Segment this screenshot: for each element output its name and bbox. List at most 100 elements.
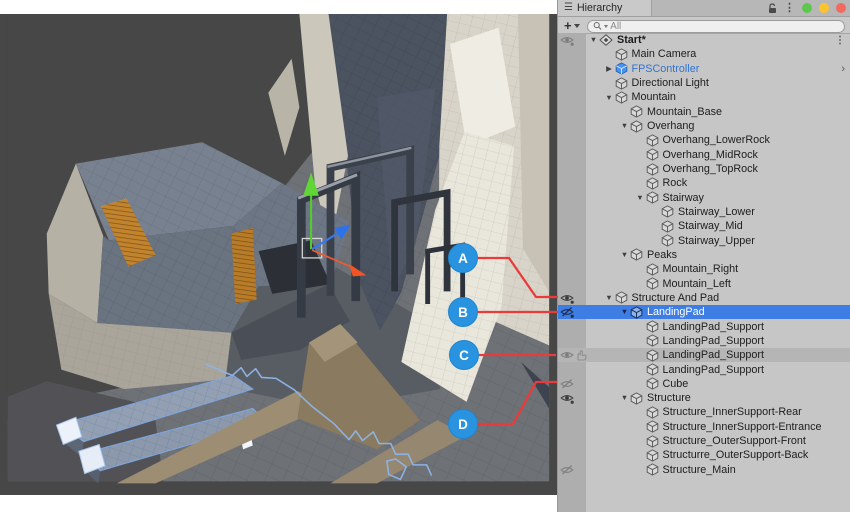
hierarchy-row-stairway-lower[interactable]: Stairway_Lower [558, 205, 850, 219]
unlock-icon[interactable] [768, 3, 777, 14]
row-more-icon[interactable]: ⋮ [835, 33, 845, 47]
row-label: Stairway [663, 192, 704, 204]
row-label: FPSController [632, 63, 700, 75]
foldout-expanded-icon[interactable]: ▼ [604, 294, 615, 302]
row-label: Structure_OuterSupport-Front [663, 435, 806, 447]
row-label: Main Camera [632, 48, 697, 60]
hierarchy-row-overhang[interactable]: ▼Overhang [558, 119, 850, 133]
hierarchy-row-structure-main[interactable]: Structure_Main [558, 463, 850, 477]
row-label: LandingPad_Support [663, 321, 764, 333]
row-gutter [558, 191, 586, 205]
row-label: Structure [647, 392, 691, 404]
hierarchy-row-mountain-right[interactable]: Mountain_Right [558, 262, 850, 276]
hierarchy-row-overhang-toprock[interactable]: Overhang_TopRock [558, 162, 850, 176]
panel-tab-bar: ☰ Hierarchy ⋮ [558, 0, 850, 17]
hierarchy-row-mountain[interactable]: ▼Mountain [558, 90, 850, 104]
prefab-open-chevron-icon[interactable]: › [841, 62, 845, 76]
gameobject-cube-icon [646, 163, 659, 176]
row-gutter [558, 233, 586, 247]
hierarchy-row-structurre-outersupport-back[interactable]: Structurre_OuterSupport-Back [558, 448, 850, 462]
hierarchy-row-landingpad-support[interactable]: LandingPad_Support [558, 362, 850, 376]
tab-hierarchy[interactable]: ☰ Hierarchy [558, 0, 652, 16]
hierarchy-row-stairway-upper[interactable]: Stairway_Upper [558, 233, 850, 247]
hierarchy-row-peaks[interactable]: ▼ Peaks [558, 248, 850, 262]
hierarchy-row-rock[interactable]: Rock [558, 176, 850, 190]
window-controls: ⋮ [768, 0, 846, 16]
row-gutter [558, 305, 586, 319]
hierarchy-row-mountain-base[interactable]: Mountain_Base [558, 105, 850, 119]
gameobject-cube-icon [630, 306, 643, 319]
scene-view[interactable] [0, 14, 557, 495]
hierarchy-row-landingpad-support[interactable]: LandingPad_Support [558, 319, 850, 333]
row-label: Peaks [647, 249, 677, 261]
search-box[interactable] [587, 20, 845, 34]
hierarchy-row-landingpad-support[interactable]: LandingPad_Support [558, 348, 850, 362]
foldout-expanded-icon[interactable]: ▼ [619, 251, 630, 259]
gameobject-cube-icon [630, 120, 643, 133]
gameobject-cube-icon [661, 234, 674, 247]
hierarchy-row-structure[interactable]: ▼ Structure [558, 391, 850, 405]
hierarchy-row-overhang-midrock[interactable]: Overhang_MidRock [558, 148, 850, 162]
foldout-expanded-icon[interactable]: ▼ [588, 36, 599, 44]
row-label: Rock [663, 177, 688, 189]
visibility-eye-icon[interactable] [560, 34, 574, 46]
foldout-expanded-icon[interactable]: ▼ [604, 94, 615, 102]
hierarchy-row-overhang-lowerrock[interactable]: Overhang_LowerRock [558, 133, 850, 147]
panel-list-icon: ☰ [564, 3, 573, 13]
window-dot-green[interactable] [802, 3, 812, 13]
gameobject-cube-icon [630, 248, 643, 261]
foldout-expanded-icon[interactable]: ▼ [619, 308, 630, 316]
gameobject-cube-icon [646, 377, 659, 390]
row-gutter [558, 391, 586, 405]
hierarchy-panel: ☰ Hierarchy ⋮ + [557, 0, 850, 512]
search-icon [593, 21, 602, 31]
hierarchy-row-cube[interactable]: Cube [558, 377, 850, 391]
hierarchy-row-landingpad-support[interactable]: LandingPad_Support [558, 334, 850, 348]
row-label: Mountain_Left [663, 278, 731, 290]
foldout-expanded-icon[interactable]: ▼ [619, 122, 630, 130]
visibility-eye-icon[interactable] [560, 392, 574, 404]
row-gutter [558, 33, 586, 47]
hierarchy-row-structure-and-pad[interactable]: ▼Structure And Pad [558, 291, 850, 305]
gameobject-cube-icon [661, 205, 674, 218]
row-gutter [558, 319, 586, 333]
window-dot-yellow[interactable] [819, 3, 829, 13]
panel-title: Hierarchy [577, 2, 622, 14]
row-label: Cube [663, 378, 689, 390]
visibility-eye-icon[interactable] [560, 292, 574, 304]
visibility-eye-closed-icon[interactable] [560, 306, 574, 318]
visibility-eye-closed-icon[interactable] [560, 464, 574, 476]
window-dot-red[interactable] [836, 3, 846, 13]
hierarchy-row-stairway-mid[interactable]: Stairway_Mid [558, 219, 850, 233]
panel-menu-icon[interactable]: ⋮ [784, 3, 795, 14]
foldout-collapsed-icon[interactable]: ▶ [604, 65, 615, 73]
visibility-eye-closed-icon[interactable] [560, 378, 574, 390]
hierarchy-row-start-[interactable]: ▼Start*⋮ [558, 33, 850, 47]
gameobject-cube-icon [646, 420, 659, 433]
row-gutter [558, 219, 586, 233]
gameobject-cube-icon [646, 277, 659, 290]
hierarchy-row-structure-outersupport-front[interactable]: Structure_OuterSupport-Front [558, 434, 850, 448]
row-label: LandingPad_Support [663, 335, 764, 347]
row-gutter [558, 90, 586, 104]
hierarchy-row-main-camera[interactable]: Main Camera [558, 47, 850, 61]
hierarchy-row-fpscontroller[interactable]: ▶ FPSController › [558, 62, 850, 76]
hierarchy-row-stairway[interactable]: ▼ Stairway [558, 191, 850, 205]
hierarchy-toolbar: + [558, 17, 850, 34]
gameobject-cube-icon [630, 392, 643, 405]
row-gutter [558, 76, 586, 90]
gameobject-cube-icon [615, 91, 628, 104]
hierarchy-row-structure-innersupport-entrance[interactable]: Structure_InnerSupport-Entrance [558, 420, 850, 434]
hierarchy-row-landingpad[interactable]: ▼LandingPad [558, 305, 850, 319]
create-button[interactable]: + [564, 19, 580, 32]
scene-icon [599, 34, 613, 46]
hierarchy-row-directional-light[interactable]: Directional Light [558, 76, 850, 90]
search-input[interactable] [610, 21, 839, 32]
row-gutter [558, 463, 586, 477]
visibility-eye-icon[interactable] [560, 349, 574, 361]
hierarchy-row-structure-innersupport-rear[interactable]: Structure_InnerSupport-Rear [558, 405, 850, 419]
foldout-expanded-icon[interactable]: ▼ [619, 394, 630, 402]
foldout-expanded-icon[interactable]: ▼ [635, 194, 646, 202]
hierarchy-row-mountain-left[interactable]: Mountain_Left [558, 276, 850, 290]
row-gutter [558, 362, 586, 376]
